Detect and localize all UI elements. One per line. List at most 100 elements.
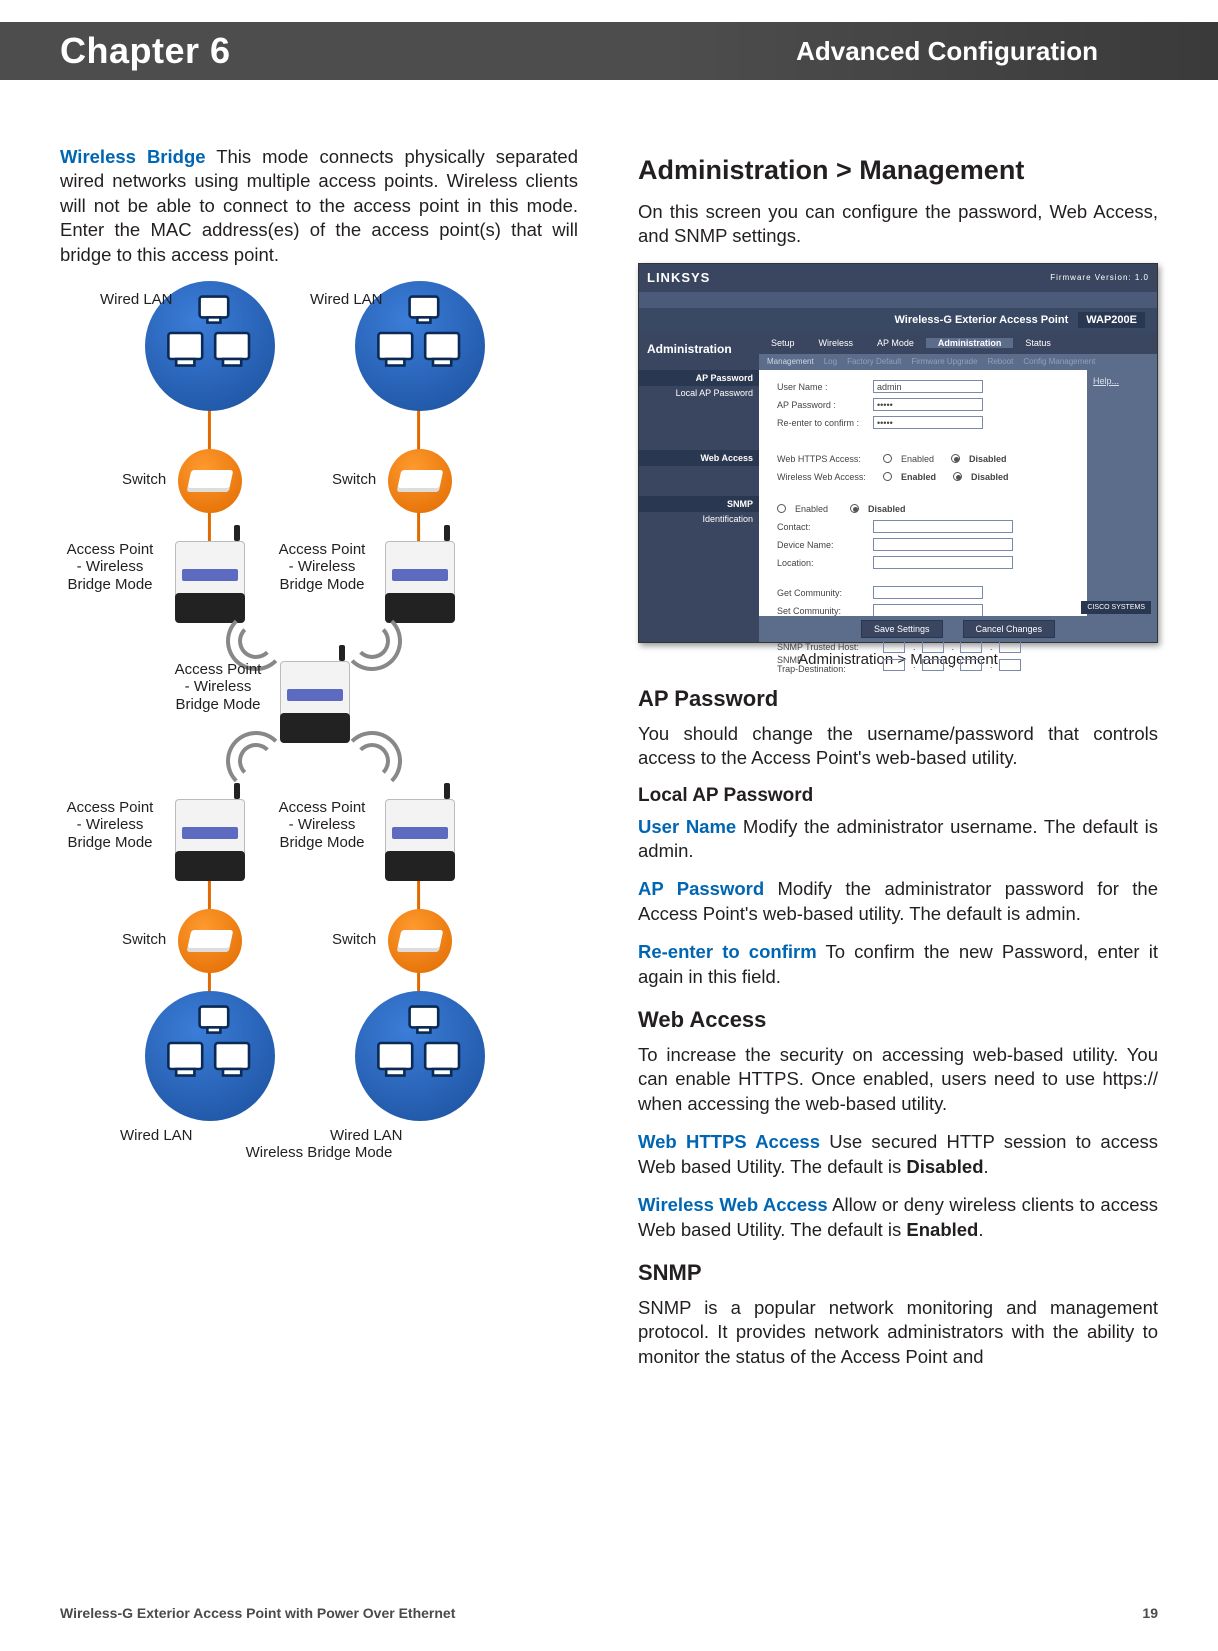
cancel-button[interactable]: Cancel Changes xyxy=(963,620,1056,638)
username-input[interactable]: admin xyxy=(873,380,983,393)
subtab-config[interactable]: Config Management xyxy=(1023,357,1095,366)
subtabs-row: Management Log Factory Default Firmware … xyxy=(759,354,1157,370)
wwa-default: Enabled xyxy=(906,1219,978,1240)
contact-label: Contact: xyxy=(777,522,867,532)
location-input[interactable] xyxy=(873,556,1013,569)
side-web-access: Web Access xyxy=(639,450,759,466)
radio-icon[interactable] xyxy=(850,504,859,513)
appw-para: AP Password Modify the administrator pas… xyxy=(638,877,1158,926)
radio-icon[interactable] xyxy=(953,472,962,481)
product-name: Wireless-G Exterior Access Point xyxy=(895,314,1069,326)
password-input[interactable]: ••••• xyxy=(873,398,983,411)
access-point-icon xyxy=(380,789,460,881)
wireless-bridge-diagram: Wired LAN Wired LAN Switch Switch Access… xyxy=(60,281,578,1161)
tab-wireless[interactable]: Wireless xyxy=(807,338,866,348)
ip-input[interactable] xyxy=(883,659,905,671)
brand-text: LINKSYS xyxy=(647,270,710,285)
switch-label: Switch xyxy=(332,471,376,488)
contact-input[interactable] xyxy=(873,520,1013,533)
help-sidebar: Help... xyxy=(1087,370,1157,616)
wwa-label: Wireless Web Access: xyxy=(777,472,877,482)
getc-input[interactable] xyxy=(873,586,983,599)
https-default: Disabled xyxy=(906,1156,983,1177)
radio-icon[interactable] xyxy=(951,454,960,463)
username-para: User Name Modify the administrator usern… xyxy=(638,815,1158,864)
switch-label: Switch xyxy=(122,471,166,488)
ip-input[interactable] xyxy=(960,659,982,671)
screenshot-footer: Save Settings Cancel Changes xyxy=(759,616,1157,642)
thost-label: SNMP Trusted Host: xyxy=(777,642,877,652)
diagram-caption: Wireless Bridge Mode xyxy=(246,1144,393,1161)
reenter-term: Re-enter to confirm xyxy=(638,941,817,962)
ap-label: Access Point - Wireless Bridge Mode xyxy=(60,799,160,851)
save-button[interactable]: Save Settings xyxy=(861,620,943,638)
tab-administration[interactable]: Administration xyxy=(926,338,1014,348)
devname-label: Device Name: xyxy=(777,540,867,550)
page-header: Chapter 6 Advanced Configuration xyxy=(0,0,1218,95)
password-label: AP Password : xyxy=(777,400,867,410)
location-label: Location: xyxy=(777,558,867,568)
radio-icon[interactable] xyxy=(883,472,892,481)
radio-icon[interactable] xyxy=(883,454,892,463)
wired-lan-label: Wired LAN xyxy=(330,1127,403,1144)
enabled-opt: Enabled xyxy=(795,504,828,514)
subtab-factory[interactable]: Factory Default xyxy=(847,357,901,366)
ip-input[interactable] xyxy=(999,641,1021,653)
screenshot-sidebar: Administration AP Password Local AP Pass… xyxy=(639,332,759,642)
ip-input[interactable] xyxy=(922,641,944,653)
switch-label: Switch xyxy=(332,931,376,948)
tab-setup[interactable]: Setup xyxy=(759,338,807,348)
switch-icon xyxy=(388,909,452,973)
subtab-firmware[interactable]: Firmware Upgrade xyxy=(911,357,977,366)
tab-status[interactable]: Status xyxy=(1013,338,1063,348)
chapter-title: Chapter 6 xyxy=(60,30,231,72)
wifi-wave-icon xyxy=(238,623,274,659)
wwa-term: Wireless Web Access xyxy=(638,1194,828,1215)
side-local-pw: Local AP Password xyxy=(639,386,759,400)
page-body: Wireless Bridge This mode connects physi… xyxy=(0,95,1218,1383)
section-title: Advanced Configuration xyxy=(796,36,1098,67)
devname-input[interactable] xyxy=(873,538,1013,551)
wired-lan-label: Wired LAN xyxy=(310,291,383,308)
ip-input[interactable] xyxy=(999,659,1021,671)
side-ap-password: AP Password xyxy=(639,370,759,386)
https-para: Web HTTPS Access Use secured HTTP sessio… xyxy=(638,1130,1158,1179)
switch-icon xyxy=(178,909,242,973)
admin-mgmt-intro: On this screen you can configure the pas… xyxy=(638,200,1158,249)
disabled-opt: Disabled xyxy=(971,472,1009,482)
side-snmp: SNMP xyxy=(639,496,759,512)
ap-password-text: You should change the username/password … xyxy=(638,722,1158,771)
admin-screenshot: LINKSYS Firmware Version: 1.0 Wireless-G… xyxy=(638,263,1158,643)
wired-lan-label: Wired LAN xyxy=(120,1127,193,1144)
ip-input[interactable] xyxy=(883,641,905,653)
header-ribbon: Chapter 6 Advanced Configuration xyxy=(0,22,1218,80)
subtab-log[interactable]: Log xyxy=(824,357,837,366)
disabled-opt: Disabled xyxy=(969,454,1007,464)
ap-label: Access Point - Wireless Bridge Mode xyxy=(272,541,372,593)
access-point-icon xyxy=(380,531,460,623)
radio-icon[interactable] xyxy=(777,504,786,513)
subtab-management[interactable]: Management xyxy=(767,357,814,366)
snmp-text: SNMP is a popular network monitoring and… xyxy=(638,1296,1158,1369)
left-column: Wireless Bridge This mode connects physi… xyxy=(60,145,578,1383)
tab-apmode[interactable]: AP Mode xyxy=(865,338,926,348)
subtab-reboot[interactable]: Reboot xyxy=(988,357,1014,366)
wifi-wave-icon xyxy=(354,623,390,659)
right-column: Administration > Management On this scre… xyxy=(638,145,1158,1383)
ap-label: Access Point - Wireless Bridge Mode xyxy=(60,541,160,593)
enabled-opt: Enabled xyxy=(901,454,934,464)
lan-icon xyxy=(145,991,275,1121)
screenshot-brand: LINKSYS Firmware Version: 1.0 xyxy=(639,264,1157,292)
lan-icon xyxy=(355,991,485,1121)
switch-icon xyxy=(178,449,242,513)
wwa-para: Wireless Web Access Allow or deny wirele… xyxy=(638,1193,1158,1242)
wireless-bridge-term: Wireless Bridge xyxy=(60,146,206,167)
wifi-wave-icon xyxy=(238,743,274,779)
reenter-input[interactable]: ••••• xyxy=(873,416,983,429)
reenter-para: Re-enter to confirm To confirm the new P… xyxy=(638,940,1158,989)
help-link[interactable]: Help... xyxy=(1093,376,1119,386)
ip-input[interactable] xyxy=(960,641,982,653)
ip-input[interactable] xyxy=(922,659,944,671)
appw-term: AP Password xyxy=(638,878,764,899)
cisco-badge: CISCO SYSTEMS xyxy=(1081,601,1151,614)
